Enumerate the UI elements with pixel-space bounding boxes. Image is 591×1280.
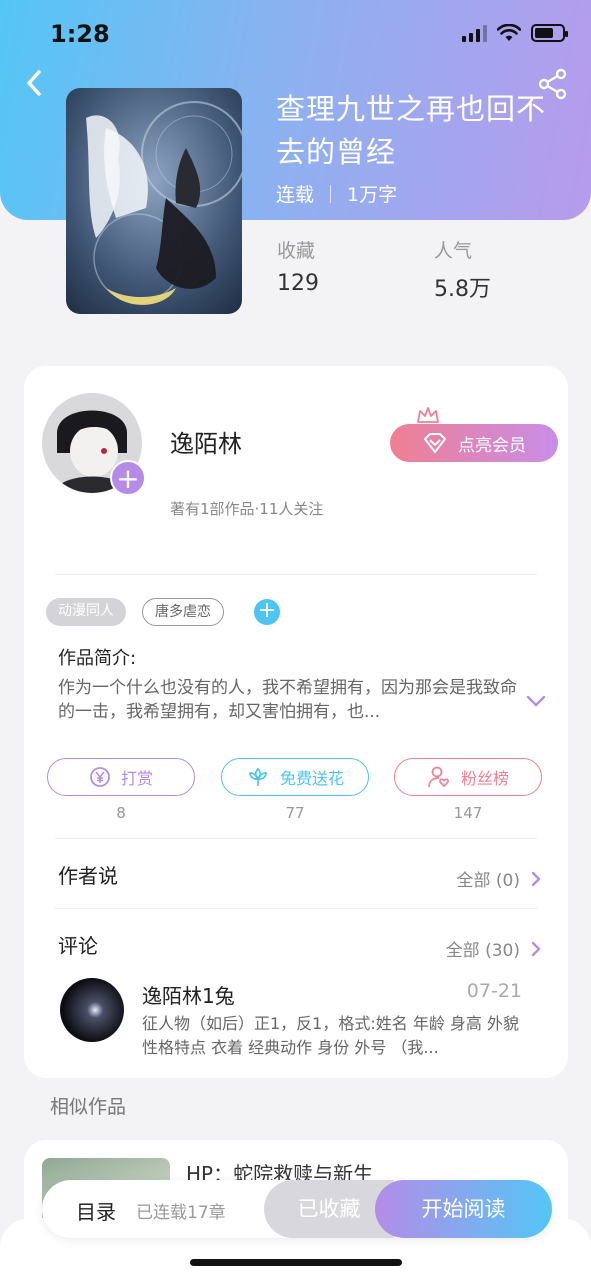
comment-text[interactable]: 征人物（如后）正1，反1，格式:姓名 年龄 身高 外貌 性格特点 衣着 经典动作…: [142, 1012, 522, 1060]
add-tag-button[interactable]: +: [254, 599, 280, 625]
intro-title: 作品简介:: [58, 648, 137, 669]
expand-chevron-down-icon[interactable]: [526, 694, 546, 708]
stat-label: 收藏: [277, 240, 316, 262]
tag-list: 动漫同人 唐多虐恋 +: [46, 598, 280, 626]
yen-coin-icon: [90, 767, 110, 787]
comments-link-label: 全部 (30): [445, 941, 520, 961]
stat-label: 人气: [434, 240, 473, 262]
author-says-link[interactable]: 全部 (0): [457, 866, 542, 891]
flower-icon: [249, 767, 267, 786]
vip-button-label: 点亮会员: [458, 435, 526, 456]
tip-count: 8: [116, 804, 126, 822]
fan-user-icon: [428, 766, 449, 788]
chapter-count: 已连载17章: [136, 1203, 226, 1223]
stat-value: 5.8万: [434, 277, 491, 302]
author-says-title: 作者说: [58, 864, 118, 888]
commenter-avatar[interactable]: [60, 978, 124, 1042]
book-word-count: 1万字: [347, 184, 398, 206]
book-detail-card: + 逸陌林 著有1部作品·11人关注 点亮会员 动漫同人 唐多虐恋 + 作品简介…: [24, 366, 568, 1078]
status-time: 1:28: [50, 20, 110, 48]
divider: [54, 908, 538, 909]
status-bar: 1:28: [0, 0, 591, 70]
crown-icon: [417, 407, 439, 423]
book-cover[interactable]: [66, 88, 242, 314]
author-meta: 著有1部作品·11人关注: [170, 500, 324, 518]
home-indicator: [190, 1259, 402, 1266]
fan-ranking-button[interactable]: 粉丝榜: [394, 758, 542, 796]
comments-title: 评论: [58, 934, 98, 958]
fan-count: 147: [453, 804, 483, 822]
divider: [54, 838, 538, 839]
back-arrow-icon[interactable]: [20, 66, 50, 100]
comments-link[interactable]: 全部 (30): [446, 936, 542, 961]
send-flower-button[interactable]: 免费送花: [221, 758, 369, 796]
cellular-signal-icon: [462, 24, 487, 42]
book-status: 连载: [276, 184, 315, 206]
flower-count: 77: [285, 804, 305, 822]
tag-item[interactable]: 动漫同人: [46, 598, 126, 626]
book-title: 查理九世之再也回不去的曾经: [276, 92, 547, 169]
stat-popularity: 人气 5.8万: [434, 236, 491, 303]
tag-item[interactable]: 唐多虐恋: [142, 598, 224, 626]
send-flower-button-label: 免费送花: [279, 769, 344, 788]
fan-ranking-button-label: 粉丝榜: [460, 769, 509, 788]
bottom-action-bar: 目录 已连载17章 已收藏 开始阅读: [42, 1180, 552, 1238]
tip-button[interactable]: 打赏: [47, 758, 195, 796]
status-icons: [462, 24, 568, 42]
diamond-icon: [424, 433, 446, 453]
author-says-link-label: 全部 (0): [456, 871, 520, 891]
book-cover-illustration: [66, 88, 242, 314]
chevron-right-icon: [531, 941, 541, 956]
chevron-right-icon: [531, 871, 541, 886]
vip-membership-button[interactable]: 点亮会员: [390, 424, 558, 462]
stat-value: 129: [277, 271, 319, 296]
divider: [54, 574, 538, 575]
start-reading-button[interactable]: 开始阅读: [375, 1180, 552, 1238]
similar-works-title: 相似作品: [50, 1096, 127, 1118]
tip-button-label: 打赏: [120, 769, 153, 788]
meta-separator: [330, 184, 332, 203]
comment-username[interactable]: 逸陌林1兔: [142, 980, 235, 1009]
wifi-icon: [497, 24, 521, 41]
commenter-avatar-image: [60, 978, 124, 1042]
book-meta: 连载 1万字: [276, 180, 397, 207]
comment-date: 07-21: [466, 980, 522, 1002]
follow-author-button[interactable]: +: [110, 460, 146, 496]
author-name[interactable]: 逸陌林: [170, 424, 242, 459]
intro-text: 作为一个什么也没有的人，我不希望拥有，因为那会是我致命的一击，我希望拥有，却又害…: [58, 678, 517, 722]
table-of-contents-button[interactable]: 目录: [76, 1196, 116, 1225]
stat-favorites: 收藏 129: [277, 236, 319, 296]
battery-icon: [531, 24, 568, 42]
